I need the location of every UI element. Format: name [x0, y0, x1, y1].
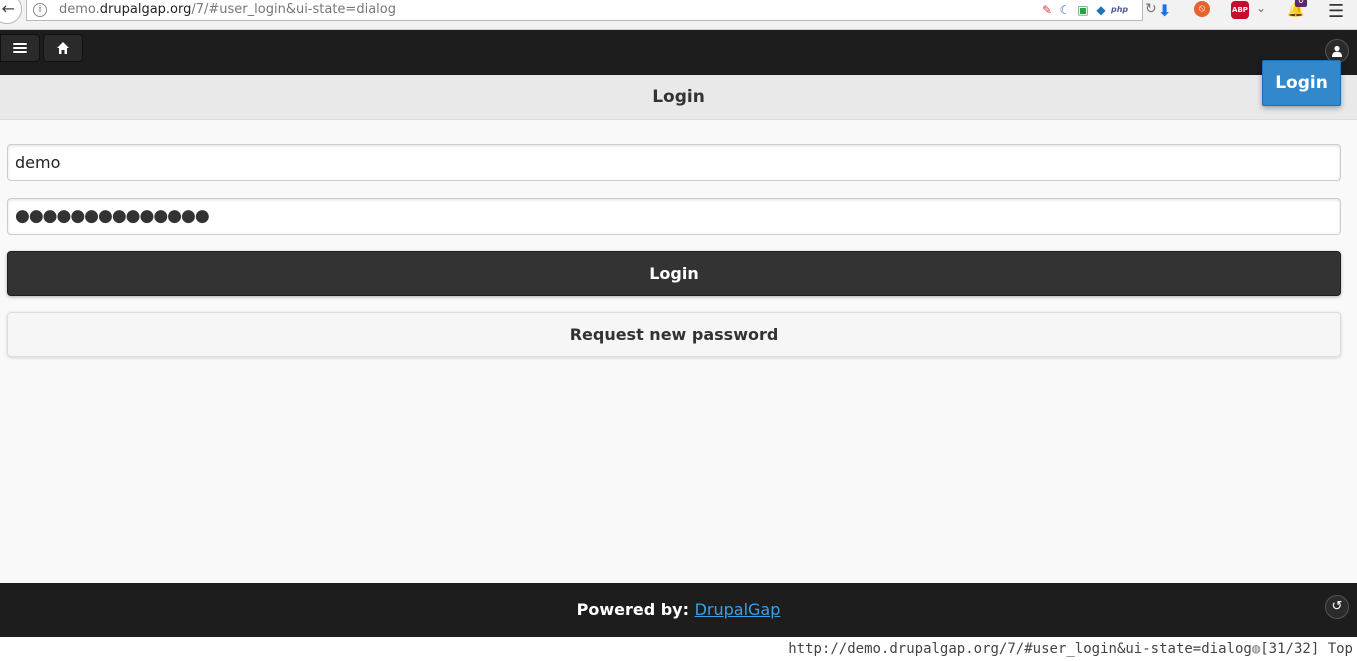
browser-toolbar: ← i demo.drupalgap.org/7/#user_login&ui-… [0, 0, 1357, 30]
user-icon [1332, 45, 1342, 57]
powered-by-text: Powered by: DrupalGap [577, 600, 781, 619]
back-arrow-icon[interactable]: ← [0, 0, 22, 24]
login-button[interactable]: Login [7, 251, 1341, 296]
home-icon [57, 42, 69, 54]
home-button[interactable] [43, 34, 83, 62]
reload-icon[interactable]: ↻ [1145, 1, 1157, 17]
powered-by-label: Powered by: [576, 600, 689, 619]
username-input[interactable]: demo [7, 144, 1341, 181]
chevron-down-icon[interactable]: ⌄ [1256, 1, 1266, 15]
password-input[interactable]: ●●●●●●●●●●●●●● [7, 198, 1341, 235]
moon-extension-icon[interactable]: ☾ [1057, 2, 1073, 18]
extension-icons: ✎ ☾ ▣ ◆ php [1039, 2, 1128, 18]
undo-arrow-icon: ↺ [1331, 599, 1343, 614]
url-bar[interactable]: i demo.drupalgap.org/7/#user_login&ui-st… [26, 0, 1157, 21]
screen-extension-icon[interactable]: ▣ [1075, 2, 1091, 18]
status-text: http://demo.drupalgap.org/7/#user_login&… [788, 641, 1353, 657]
status-scroll: Top [1327, 641, 1353, 657]
hamburger-icon [13, 43, 27, 53]
url-host: drupalgap.org [99, 2, 192, 17]
download-icon[interactable]: ⬇ [1158, 1, 1171, 20]
info-icon[interactable]: i [33, 3, 47, 17]
request-new-password-button[interactable]: Request new password [7, 312, 1341, 357]
popup-login-button[interactable]: Login [1262, 60, 1341, 106]
drupalgap-link[interactable]: DrupalGap [695, 600, 781, 619]
php-extension-icon[interactable]: php [1111, 2, 1128, 18]
back-button[interactable]: ↺ [1325, 595, 1349, 619]
app-footer: Powered by: DrupalGap ↺ [0, 583, 1357, 637]
status-position: [31/32] [1260, 641, 1320, 657]
url-prefix: demo. [59, 2, 100, 17]
url-path: /7/#user_login&ui-state=dialog [191, 2, 396, 17]
notification-badge: 0 [1295, 0, 1307, 7]
blocked-addon-icon[interactable]: ⦸ [1194, 1, 1210, 17]
adblock-plus-icon[interactable]: ABP [1231, 1, 1249, 19]
title-bar: Login [0, 75, 1357, 120]
browser-menu-icon[interactable]: ☰ [1328, 1, 1344, 22]
page-title: Login [652, 87, 705, 107]
app-header [0, 30, 1357, 75]
status-bar: http://demo.drupalgap.org/7/#user_login&… [0, 637, 1357, 661]
drupal-extension-icon[interactable]: ◆ [1093, 2, 1109, 18]
menu-button[interactable] [0, 34, 40, 62]
feather-extension-icon[interactable]: ✎ [1039, 2, 1055, 18]
globe-icon: ◍ [1251, 641, 1261, 657]
url-text: demo.drupalgap.org/7/#user_login&ui-stat… [59, 2, 396, 17]
status-url: http://demo.drupalgap.org/7/#user_login&… [788, 641, 1252, 657]
